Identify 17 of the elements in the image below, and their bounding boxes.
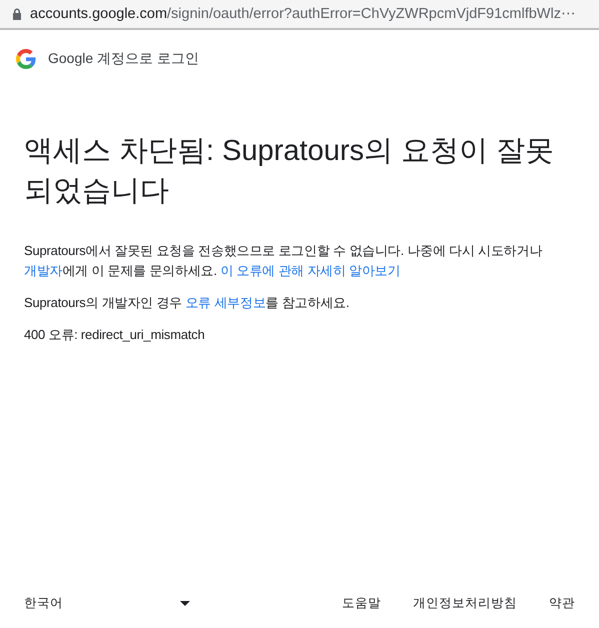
lock-icon <box>12 8 22 20</box>
logo-icon <box>16 49 36 69</box>
help-link[interactable]: 개발자 <box>24 263 62 278</box>
footer-link[interactable]: 도움말 <box>342 595 381 612</box>
dropdown-caret-icon <box>180 601 190 606</box>
footer-link[interactable]: 약관 <box>549 595 575 612</box>
address-bar[interactable]: accounts.google.com/signin/oauth/error?authError=ChVyZWRpcmVjdF91cmlfbWlz⋯ <box>0 0 599 30</box>
help-link[interactable]: 이 오류에 관해 자세히 알아보기 <box>220 263 400 278</box>
help-link[interactable]: 오류 세부정보 <box>185 295 266 310</box>
message-text: Supratours에서 잘못된 요청을 전송했으므로 로그인할 수 없습니다. 나중에 다시 시도하거나 개발자에게 이 문제를 문의하세요. 이 오류에 관해 자세히 알아보기 <box>24 242 544 280</box>
message-text: Supratours의 개발자인 경우 오류 세부정보를 참고하세요. <box>24 294 350 312</box>
message-text: 400 오류: redirect_uri_mismatch <box>24 326 206 344</box>
url-text: accounts.google.com/signin/oauth/error?authError=ChVyZWRpcmVjdF91cmlfbWlz⋯ <box>30 6 576 22</box>
page-heading: 액세스 차단됨: Supratours의 요청이 잘못되었습니다 <box>24 134 556 209</box>
language-select[interactable]: 한국어 <box>24 595 190 612</box>
header-title: Google 계정으로 로그인 <box>48 50 199 68</box>
footer-link[interactable]: 개인정보처리방침 <box>413 595 517 612</box>
